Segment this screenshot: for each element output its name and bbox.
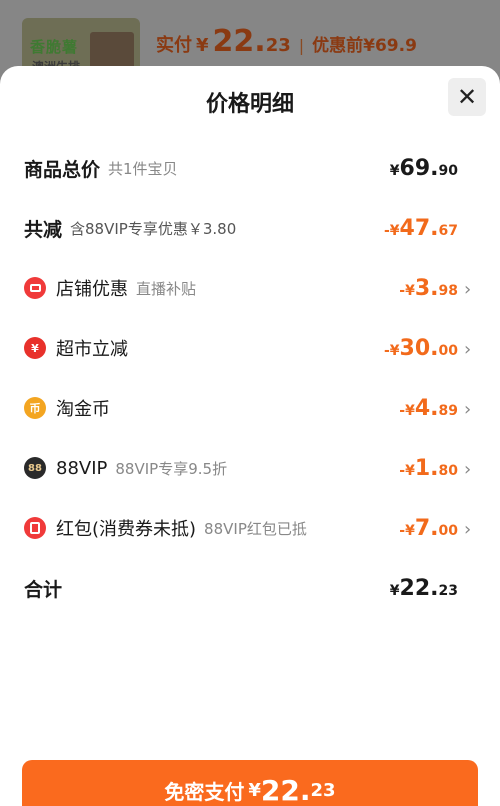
pay-button-dec: 23 (310, 779, 336, 801)
red-packet-icon (24, 517, 46, 539)
pay-button-int: 22. (260, 773, 311, 806)
supermarket-discount-amount: -¥ 30. 00 (383, 335, 458, 361)
row-grand-total: 合计 ¥22. 23 (24, 568, 476, 608)
paid-label: 实付 (156, 35, 192, 56)
price-separator: | (298, 36, 305, 55)
chevron-right-icon: › (464, 518, 472, 540)
close-icon: ✕ (456, 83, 478, 111)
grand-total-label: 合计 (24, 578, 63, 601)
row-gold-coin[interactable]: 币 淘金币 -¥ 4. 89 › (24, 388, 476, 428)
pay-button[interactable]: 免密支付 ¥ 22. 23 (22, 760, 478, 806)
red-packet-sub: 88VIP红包已抵 (204, 519, 307, 538)
total-discount-sub: 含88VIP专享优惠￥3.80 (70, 219, 237, 238)
total-discount-amount: -¥ 47. 67 (383, 215, 458, 241)
paid-dec: 23 (265, 35, 291, 56)
vip88-sub: 88VIP专享9.5折 (115, 459, 228, 478)
gold-coin-amount: -¥ 4. 89 (399, 395, 458, 421)
grand-total-amount: ¥22. 23 (389, 575, 458, 601)
close-button[interactable]: ✕ (448, 78, 486, 116)
vip88-label: 88VIP (56, 457, 108, 479)
sheet-title: 价格明细 (205, 92, 294, 117)
row-total-discount: 共减 含88VIP专享优惠￥3.80 -¥ 47. 67 (24, 208, 476, 248)
chevron-right-icon: › (464, 458, 472, 480)
before-price: ¥69.9 (363, 36, 417, 56)
row-88vip[interactable]: 88 88VIP 88VIP专享9.5折 -¥ 1. 80 › (24, 448, 476, 488)
pay-button-currency: ¥ (248, 779, 261, 801)
shop-coupon-sub: 直播补贴 (136, 279, 197, 298)
gold-coin-icon: 币 (24, 397, 46, 419)
row-supermarket-discount[interactable]: ¥ 超市立减 -¥ 30. 00 › (24, 328, 476, 368)
row-red-packet[interactable]: 红包(消费券未抵) 88VIP红包已抵 -¥ 7. 00 › (24, 508, 476, 548)
chevron-right-icon: › (464, 338, 472, 360)
shop-coupon-icon (24, 277, 46, 299)
supermarket-discount-icon: ¥ (24, 337, 46, 359)
supermarket-discount-label: 超市立减 (56, 339, 128, 360)
header-price: 实付 ¥ 22. 23 | 优惠前 ¥69.9 (156, 24, 417, 59)
total-goods-sub: 共1件宝贝 (108, 159, 178, 178)
shop-coupon-amount: -¥ 3. 98 (399, 275, 458, 301)
red-packet-amount: -¥ 7. 00 (399, 515, 458, 541)
total-goods-amount: ¥69. 90 (389, 155, 458, 181)
shop-coupon-label: 店铺优惠 (56, 279, 128, 300)
total-discount-label: 共减 (24, 218, 63, 241)
total-goods-label: 商品总价 (24, 158, 101, 181)
paid-currency: ¥ (196, 35, 209, 56)
row-shop-coupon[interactable]: 店铺优惠 直播补贴 -¥ 3. 98 › (24, 268, 476, 308)
vip88-amount: -¥ 1. 80 (399, 455, 458, 481)
before-label: 优惠前 (312, 36, 364, 56)
price-detail-sheet: 价格明细 ✕ 商品总价 共1件宝贝 ¥69. 90 共减 含88VIP专享优惠￥3… (0, 66, 500, 806)
row-total-goods: 商品总价 共1件宝贝 ¥69. 90 (24, 148, 476, 188)
vip88-icon: 88 (24, 457, 46, 479)
paid-int: 22. (212, 24, 266, 59)
thumbnail-text: 香脆薯 (30, 38, 79, 56)
chevron-right-icon: › (464, 278, 472, 300)
chevron-right-icon: › (464, 398, 472, 420)
pay-button-label: 免密支付 (164, 779, 245, 804)
gold-coin-label: 淘金币 (56, 399, 110, 420)
red-packet-label: 红包(消费券未抵) (56, 519, 197, 540)
